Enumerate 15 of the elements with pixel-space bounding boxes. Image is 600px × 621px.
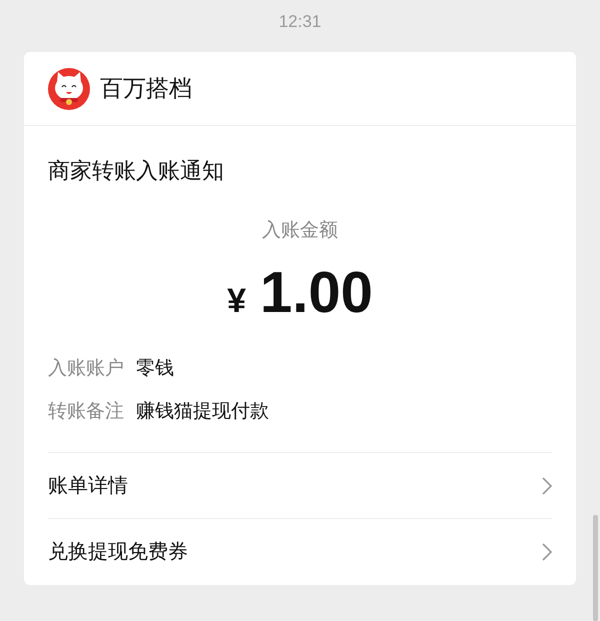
notification-title: 商家转账入账通知: [48, 157, 225, 185]
detail-value: 赚钱猫提现付款: [136, 400, 269, 424]
detail-label: 转账备注: [48, 400, 124, 424]
amount-label: 入账金额: [262, 219, 338, 243]
detail-label: 入账账户: [48, 357, 124, 381]
chevron-right-icon: [542, 476, 552, 494]
link-row[interactable]: 账单详情: [48, 453, 552, 519]
app-name: 百万搭档: [100, 74, 192, 104]
detail-value: 零钱: [136, 357, 174, 381]
cat-logo-icon: [48, 68, 90, 110]
timestamp: 12:31: [278, 11, 322, 33]
link-row[interactable]: 兑换提现免费券: [48, 519, 552, 585]
currency-symbol: ¥: [227, 281, 246, 322]
amount-value: 1.00: [260, 259, 373, 327]
chevron-right-icon: [542, 543, 552, 561]
